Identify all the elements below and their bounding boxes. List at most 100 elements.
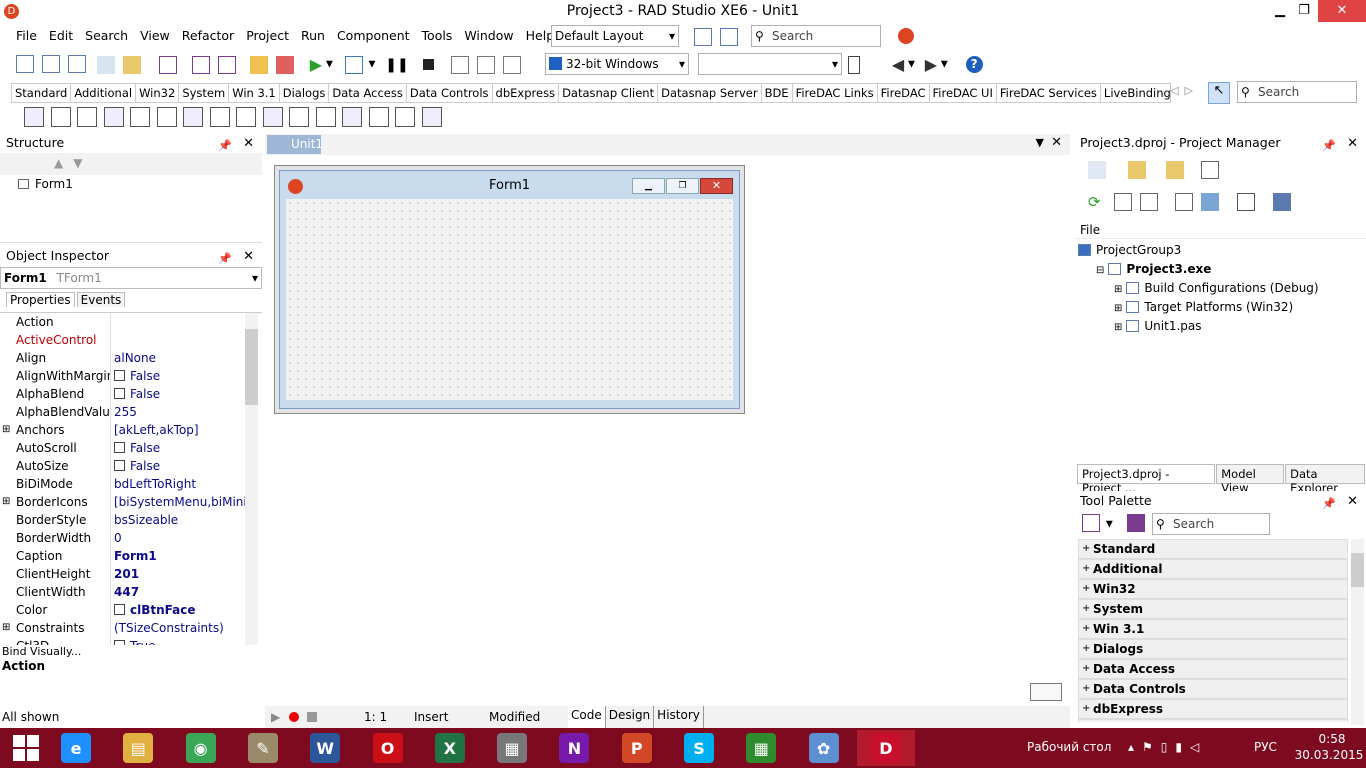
close-button[interactable]: ✕ xyxy=(1318,0,1366,22)
expand-icon[interactable] xyxy=(1139,193,1158,211)
platform-select[interactable]: 32-bit Windows ▾ xyxy=(545,53,689,75)
actionlist-icon[interactable] xyxy=(421,107,442,127)
device-icon[interactable] xyxy=(848,55,860,74)
chevron-down-icon[interactable]: ▼ xyxy=(1036,136,1044,149)
property-value[interactable]: True xyxy=(111,637,262,645)
pin-icon[interactable]: 📌 xyxy=(218,136,232,156)
down-icon[interactable]: ▼ xyxy=(73,156,82,170)
chevron-down-icon[interactable]: ▼ xyxy=(326,60,333,70)
taskbar-firewall-button[interactable]: ▦ xyxy=(483,730,541,766)
expand-icon[interactable]: ⊞ xyxy=(2,493,10,511)
property-row[interactable]: BorderWidth 0 xyxy=(0,529,262,547)
build-icon[interactable] xyxy=(1201,193,1220,211)
menu-item-view[interactable]: View xyxy=(134,25,176,47)
pm-tab-1[interactable]: Model View xyxy=(1216,464,1285,495)
play-macro-icon[interactable]: ▶ xyxy=(271,710,280,724)
palette-category-system[interactable]: System xyxy=(1078,599,1348,619)
record-macro-icon[interactable] xyxy=(289,712,299,722)
form-selection-border[interactable]: Form1 ▁ ❐ ✕ xyxy=(274,165,745,414)
step-over-icon[interactable] xyxy=(477,55,496,74)
edit-icon[interactable] xyxy=(130,107,150,127)
stop-icon[interactable] xyxy=(422,59,434,70)
property-row[interactable]: Caption Form1 xyxy=(0,547,262,565)
property-value[interactable] xyxy=(111,331,262,349)
palette-tab-win32[interactable]: Win32 xyxy=(136,84,180,102)
taskbar-onenote-button[interactable]: N xyxy=(545,730,603,766)
form-close-icon[interactable]: ✕ xyxy=(700,178,733,194)
editor-tab-code[interactable]: Code xyxy=(568,706,606,728)
palette-category-dialogs[interactable]: Dialogs xyxy=(1078,639,1348,659)
add-to-project-icon[interactable] xyxy=(250,55,269,74)
maximize-button[interactable]: ❐ xyxy=(1290,0,1318,22)
view-icon[interactable] xyxy=(1201,161,1220,179)
scrollbar-icon[interactable] xyxy=(315,107,336,127)
ide-search-input[interactable]: ⚲ Search xyxy=(751,25,881,47)
button-icon[interactable] xyxy=(183,107,203,127)
palette-tab-dialogs[interactable]: Dialogs xyxy=(280,84,330,102)
run-to-cursor-icon[interactable] xyxy=(503,55,522,74)
palette-pointer-icon[interactable] xyxy=(1126,514,1145,532)
compile-icon[interactable] xyxy=(1237,193,1256,211)
palette-tab-data-access[interactable]: Data Access xyxy=(329,84,407,102)
property-row[interactable]: AutoSize False xyxy=(0,457,262,475)
property-row[interactable]: ClientWidth 447 xyxy=(0,583,262,601)
property-row[interactable]: AlignWithMargins False xyxy=(0,367,262,385)
up-icon[interactable]: ▲ xyxy=(54,156,63,170)
build-config-select[interactable]: ▾ xyxy=(698,53,842,75)
sort-icon[interactable] xyxy=(1175,193,1194,211)
close-icon[interactable]: ✕ xyxy=(1051,135,1062,150)
palette-tab-firedac-services[interactable]: FireDAC Services xyxy=(997,84,1101,102)
property-value[interactable]: False xyxy=(111,367,262,385)
property-row[interactable]: Action xyxy=(0,313,262,331)
clock-date[interactable]: 30.03.2015 xyxy=(1293,748,1365,762)
structure-tree-node[interactable]: Form1 xyxy=(0,175,262,191)
add-new-project-icon[interactable] xyxy=(1127,161,1146,179)
editor-tab-history[interactable]: History xyxy=(654,706,704,728)
form-client-area[interactable] xyxy=(286,199,733,400)
remove-from-project-icon[interactable] xyxy=(275,55,294,74)
oi-tab-events[interactable]: Events xyxy=(76,292,126,307)
palette-category-data-controls[interactable]: Data Controls xyxy=(1078,679,1348,699)
property-grid-scrollbar[interactable] xyxy=(245,313,258,645)
palette-tab-standard[interactable]: Standard xyxy=(12,84,72,102)
project-tree-node[interactable]: ⊞ Unit1.pas xyxy=(1074,317,1366,336)
taskbar-calc-button[interactable]: ▦ xyxy=(732,730,790,766)
property-row[interactable]: Align alNone xyxy=(0,349,262,367)
property-value[interactable]: bdLeftToRight xyxy=(111,475,262,493)
taskbar-tool-button[interactable]: ✎ xyxy=(234,730,292,766)
property-value[interactable]: bsSizeable xyxy=(111,511,262,529)
add-file-icon[interactable] xyxy=(218,55,237,74)
oi-tab-properties[interactable]: Properties xyxy=(6,292,75,307)
save-as-icon[interactable] xyxy=(192,55,211,74)
palette-tab-firedac[interactable]: FireDAC xyxy=(878,84,930,102)
property-value[interactable]: 255 xyxy=(111,403,262,421)
property-row[interactable]: Color clBtnFace xyxy=(0,601,262,619)
start-button[interactable] xyxy=(0,728,52,768)
palette-category-dbexpress[interactable]: dbExpress xyxy=(1078,699,1348,719)
checkbox-icon[interactable] xyxy=(114,604,125,615)
property-value[interactable]: 201 xyxy=(111,565,262,583)
property-value[interactable]: False xyxy=(111,385,262,403)
menu-item-edit[interactable]: Edit xyxy=(43,25,79,47)
expand-icon[interactable]: ⊞ xyxy=(2,421,10,439)
close-icon[interactable]: ✕ xyxy=(243,247,254,267)
build-all-icon[interactable] xyxy=(1272,193,1291,211)
taskbar-skype-button[interactable]: S xyxy=(670,730,728,766)
palette-search-input[interactable]: ⚲ Search xyxy=(1237,81,1357,103)
menu-item-component[interactable]: Component xyxy=(331,25,416,47)
pin-icon[interactable]: 📌 xyxy=(1322,136,1336,156)
close-icon[interactable]: ✕ xyxy=(1347,492,1358,512)
taskbar-powerpoint-button[interactable]: P xyxy=(608,730,666,766)
expand-icon[interactable]: ⊞ xyxy=(1114,322,1122,333)
property-value[interactable]: False xyxy=(111,439,262,457)
palette-tab-bde[interactable]: BDE xyxy=(762,84,793,102)
cursor-select-icon[interactable]: ↖ xyxy=(1208,82,1230,104)
property-row[interactable]: ClientHeight 201 xyxy=(0,565,262,583)
palette-category-win32[interactable]: Win32 xyxy=(1078,579,1348,599)
palette-tab-system[interactable]: System xyxy=(179,84,230,102)
editor-tab-unit1[interactable]: Unit1 xyxy=(267,135,323,154)
editor-tab-design[interactable]: Design xyxy=(605,706,655,728)
scroll-left-icon[interactable]: ◁ xyxy=(1170,84,1178,97)
radio-icon[interactable] xyxy=(236,107,256,127)
form-window[interactable]: Form1 ▁ ❐ ✕ xyxy=(279,170,740,409)
